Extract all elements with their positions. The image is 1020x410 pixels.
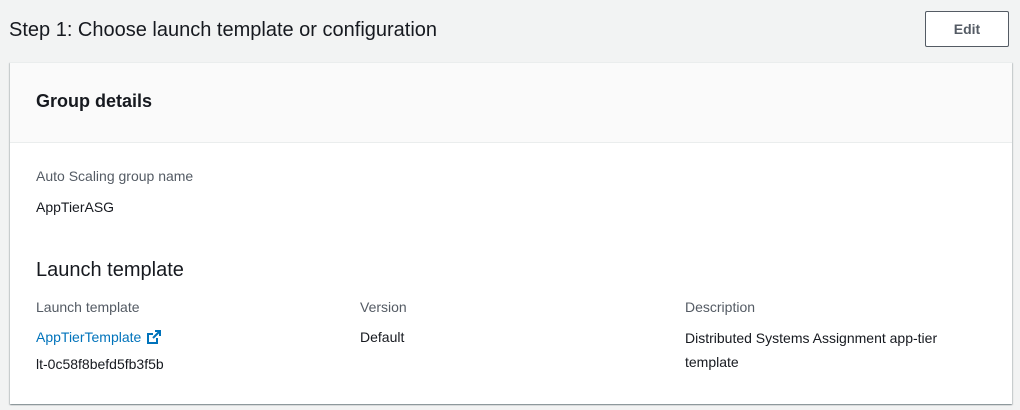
launch-template-link-text[interactable]: AppTierTemplate	[36, 326, 141, 348]
launch-template-id: lt-0c58f8befd5fb3f5b	[36, 356, 164, 372]
step-title: Step 1: Choose launch template or config…	[9, 19, 438, 41]
launch-template-link[interactable]: AppTierTemplate	[36, 326, 162, 348]
external-link-icon[interactable]	[146, 329, 162, 345]
launch-template-section-title: Launch template	[36, 259, 184, 281]
version-label: Version	[360, 299, 407, 315]
edit-button[interactable]: Edit	[925, 11, 1009, 47]
description-label: Description	[685, 299, 756, 315]
asg-name-label: Auto Scaling group name	[36, 168, 194, 184]
launch-template-label: Launch template	[36, 299, 140, 315]
card-title: Group details	[36, 91, 153, 111]
asg-name-value: AppTierASG	[36, 199, 115, 215]
group-details-card: Group details Auto Scaling group name Ap…	[10, 62, 1012, 404]
version-value: Default	[360, 329, 405, 345]
card-header: Group details	[10, 63, 1012, 143]
description-value: Distributed Systems Assignment app-tier …	[685, 330, 938, 370]
